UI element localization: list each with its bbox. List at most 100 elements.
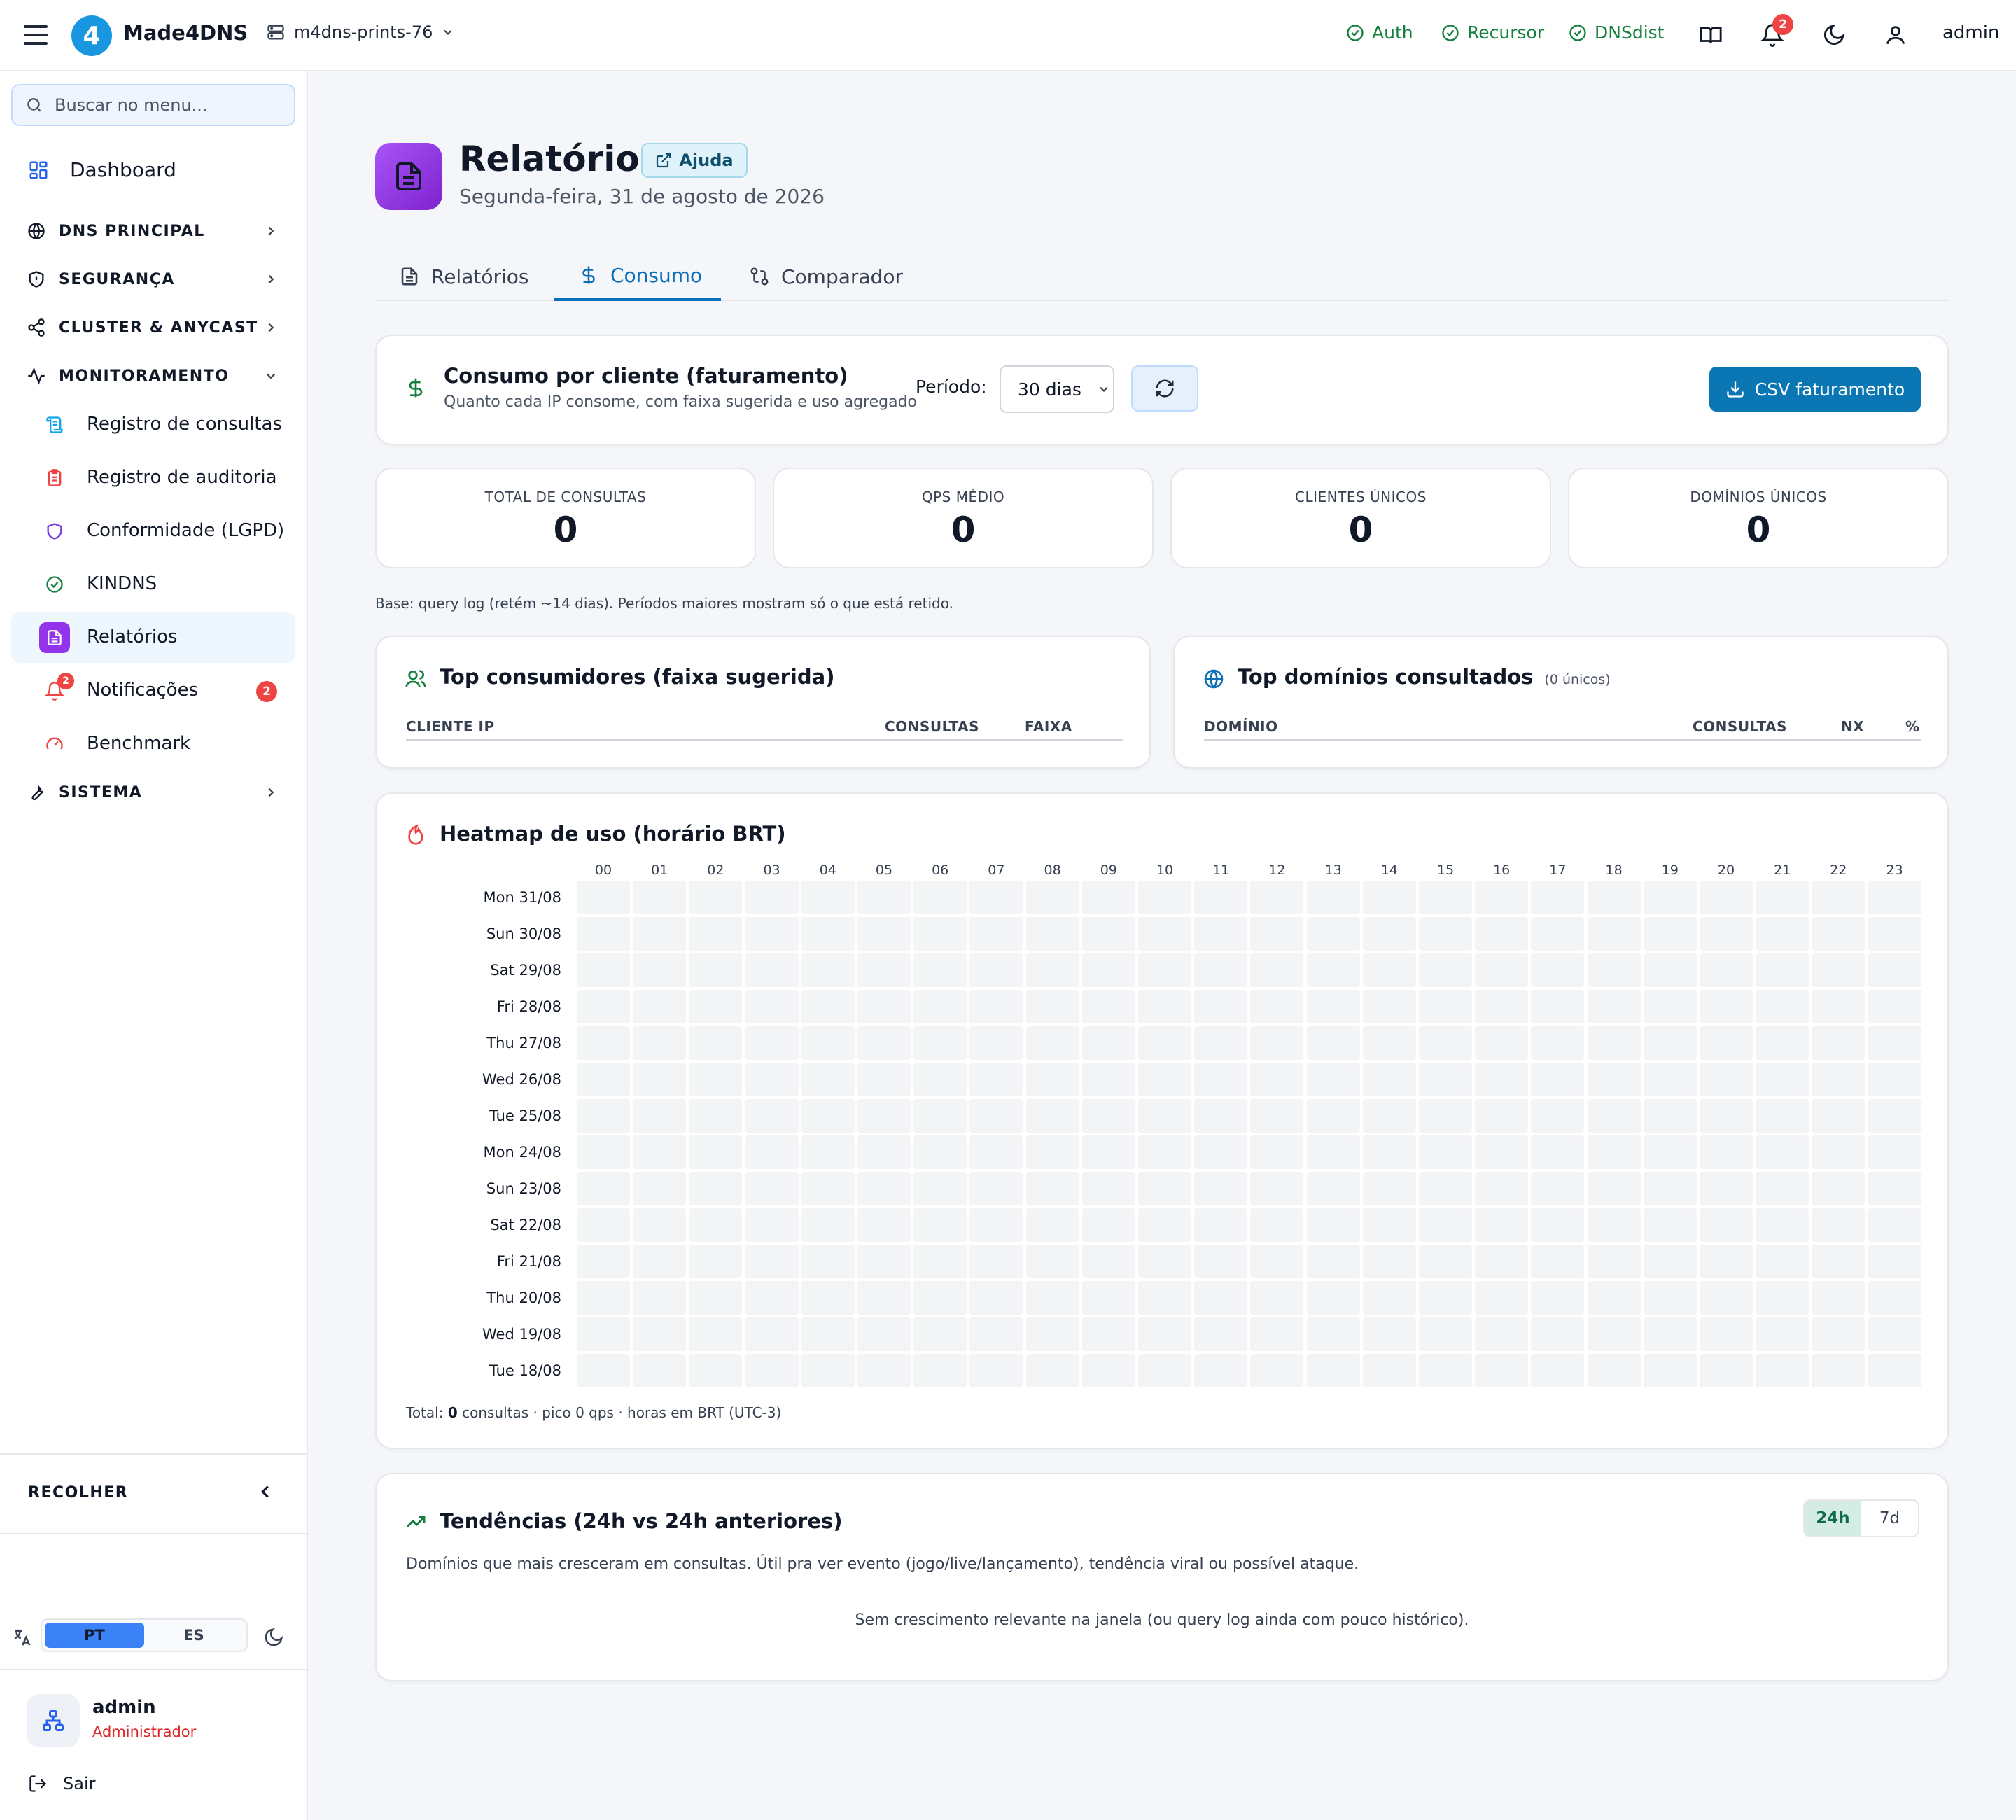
heatmap-cell[interactable] (1531, 1063, 1585, 1096)
sidebar-section-system[interactable]: SISTEMA (27, 783, 279, 802)
heatmap-cell[interactable] (1643, 1354, 1697, 1387)
heatmap-cell[interactable] (858, 1172, 911, 1205)
heatmap-cell[interactable] (969, 1099, 1023, 1133)
heatmap-cell[interactable] (1138, 1135, 1191, 1169)
heatmap-cell[interactable] (1643, 1317, 1697, 1351)
heatmap-cell[interactable] (689, 1281, 743, 1315)
heatmap-cell[interactable] (1756, 1354, 1809, 1387)
heatmap-cell[interactable] (913, 1099, 967, 1133)
heatmap-cell[interactable] (1868, 1354, 1921, 1387)
heatmap-cell[interactable] (1587, 1317, 1641, 1351)
heatmap-cell[interactable] (1700, 917, 1753, 951)
brand-logo[interactable]: 4 (71, 15, 112, 56)
heatmap-cell[interactable] (689, 881, 743, 914)
heatmap-cell[interactable] (1475, 1135, 1529, 1169)
heatmap-cell[interactable] (1756, 1099, 1809, 1133)
heatmap-cell[interactable] (1812, 1026, 1865, 1060)
heatmap-cell[interactable] (1643, 1172, 1697, 1205)
heatmap-cell[interactable] (1306, 1281, 1360, 1315)
heatmap-cell[interactable] (858, 1063, 911, 1096)
heatmap-cell[interactable] (1812, 1208, 1865, 1242)
heatmap-cell[interactable] (1082, 1172, 1135, 1205)
heatmap-cell[interactable] (1082, 917, 1135, 951)
heatmap-cell[interactable] (1475, 1317, 1529, 1351)
column-header-ip[interactable]: CLIENTE IP (406, 718, 495, 735)
column-header-queries[interactable]: CONSULTAS (885, 718, 979, 735)
heatmap-cell[interactable] (858, 1245, 911, 1278)
heatmap-cell[interactable] (913, 1063, 967, 1096)
heatmap-cell[interactable] (1362, 1063, 1416, 1096)
heatmap-cell[interactable] (1306, 881, 1360, 914)
heatmap-cell[interactable] (1026, 953, 1079, 987)
heatmap-cell[interactable] (1868, 1281, 1921, 1315)
heatmap-cell[interactable] (1587, 1026, 1641, 1060)
heatmap-cell[interactable] (858, 953, 911, 987)
heatmap-cell[interactable] (1306, 1135, 1360, 1169)
heatmap-cell[interactable] (1082, 881, 1135, 914)
heatmap-cell[interactable] (577, 1245, 630, 1278)
heatmap-cell[interactable] (1250, 1172, 1304, 1205)
heatmap-cell[interactable] (1194, 881, 1248, 914)
heatmap-cell[interactable] (689, 1026, 743, 1060)
heatmap-cell[interactable] (745, 1208, 799, 1242)
heatmap-cell[interactable] (1587, 953, 1641, 987)
heatmap-cell[interactable] (689, 1354, 743, 1387)
refresh-button[interactable] (1131, 365, 1198, 412)
heatmap-cell[interactable] (1531, 1245, 1585, 1278)
heatmap-cell[interactable] (1250, 1245, 1304, 1278)
logout-button[interactable]: Sair (28, 1774, 95, 1793)
heatmap-cell[interactable] (1587, 1099, 1641, 1133)
heatmap-cell[interactable] (1643, 990, 1697, 1023)
heatmap-cell[interactable] (913, 1281, 967, 1315)
heatmap-cell[interactable] (1475, 990, 1529, 1023)
heatmap-cell[interactable] (1756, 1245, 1809, 1278)
heatmap-cell[interactable] (1250, 1026, 1304, 1060)
heatmap-cell[interactable] (1531, 1026, 1585, 1060)
heatmap-cell[interactable] (1531, 1099, 1585, 1133)
heatmap-cell[interactable] (913, 953, 967, 987)
heatmap-cell[interactable] (633, 1026, 687, 1060)
heatmap-cell[interactable] (689, 1245, 743, 1278)
heatmap-cell[interactable] (1475, 1063, 1529, 1096)
heatmap-cell[interactable] (1643, 953, 1697, 987)
window-7d[interactable]: 7d (1861, 1501, 1918, 1536)
heatmap-cell[interactable] (577, 1281, 630, 1315)
heatmap-cell[interactable] (1643, 1281, 1697, 1315)
heatmap-cell[interactable] (577, 953, 630, 987)
heatmap-cell[interactable] (577, 881, 630, 914)
heatmap-cell[interactable] (1700, 1172, 1753, 1205)
heatmap-cell[interactable] (689, 917, 743, 951)
heatmap-cell[interactable] (745, 990, 799, 1023)
heatmap-cell[interactable] (1419, 1281, 1472, 1315)
heatmap-cell[interactable] (577, 1063, 630, 1096)
status-auth[interactable]: Auth (1345, 22, 1413, 43)
heatmap-cell[interactable] (1812, 1063, 1865, 1096)
heatmap-cell[interactable] (1643, 1208, 1697, 1242)
heatmap-cell[interactable] (1362, 1354, 1416, 1387)
heatmap-cell[interactable] (801, 1245, 855, 1278)
heatmap-cell[interactable] (1643, 1099, 1697, 1133)
heatmap-cell[interactable] (1306, 1063, 1360, 1096)
heatmap-cell[interactable] (969, 1208, 1023, 1242)
heatmap-cell[interactable] (1250, 1208, 1304, 1242)
heatmap-cell[interactable] (1026, 1245, 1079, 1278)
heatmap-cell[interactable] (1250, 1354, 1304, 1387)
heatmap-cell[interactable] (633, 1135, 687, 1169)
heatmap-cell[interactable] (1531, 1281, 1585, 1315)
heatmap-cell[interactable] (801, 1135, 855, 1169)
heatmap-cell[interactable] (1362, 1135, 1416, 1169)
heatmap-cell[interactable] (689, 1172, 743, 1205)
heatmap-cell[interactable] (1138, 1208, 1191, 1242)
heatmap-cell[interactable] (1362, 1245, 1416, 1278)
heatmap-cell[interactable] (1812, 1317, 1865, 1351)
heatmap-cell[interactable] (577, 1099, 630, 1133)
docs-button[interactable] (1697, 21, 1725, 49)
heatmap-cell[interactable] (969, 1317, 1023, 1351)
heatmap-cell[interactable] (1138, 1354, 1191, 1387)
heatmap-cell[interactable] (1306, 1099, 1360, 1133)
heatmap-cell[interactable] (633, 953, 687, 987)
heatmap-cell[interactable] (1362, 1026, 1416, 1060)
heatmap-cell[interactable] (1250, 953, 1304, 987)
heatmap-cell[interactable] (1026, 917, 1079, 951)
heatmap-cell[interactable] (1194, 917, 1248, 951)
